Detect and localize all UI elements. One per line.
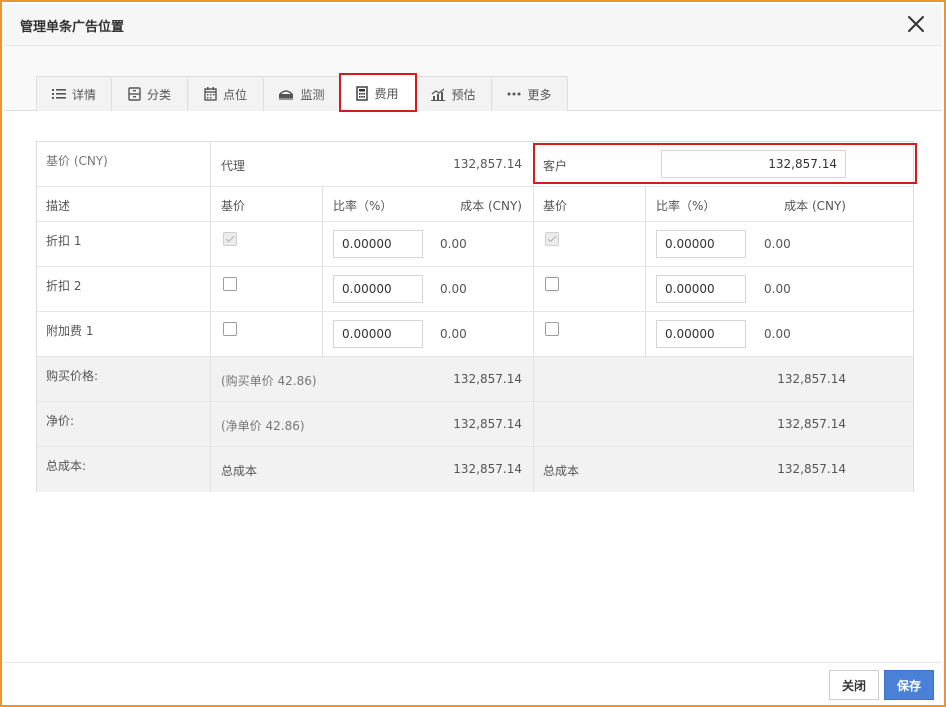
purchase-price-label: 购买价格:	[46, 369, 99, 383]
tab-label: 分类	[146, 87, 171, 102]
agent-cost-value: 0.00	[440, 282, 467, 296]
agent-total-value: 132,857.14	[453, 462, 522, 476]
tab-bar: 详情 分类 点位 监测 费用 预估 更多	[4, 46, 942, 112]
list-icon	[51, 88, 66, 100]
agent-base-checkbox[interactable]	[223, 232, 237, 246]
header-cost: 成本 (CNY)	[460, 199, 522, 213]
customer-base-checkbox[interactable]	[545, 277, 559, 291]
chart-icon	[431, 88, 446, 101]
header-base: 基价	[221, 199, 246, 213]
net-price-row: 净价: (净单价 42.86) 132,857.14 132,857.14	[37, 402, 913, 447]
tab-label: 详情	[71, 87, 96, 102]
cabinet-icon	[128, 87, 141, 101]
tab-label: 更多	[527, 87, 552, 102]
save-button[interactable]: 保存	[884, 670, 934, 700]
monitor-icon	[278, 88, 294, 100]
tab-monitor[interactable]: 监测	[264, 76, 340, 111]
header-rate-customer: 比率（%）	[656, 199, 716, 213]
net-unit-note: (净单价 42.86)	[221, 419, 305, 433]
customer-label: 客户	[543, 159, 568, 173]
header-rate: 比率（%）	[333, 199, 393, 213]
tab-fees[interactable]: 费用	[339, 73, 417, 112]
agent-total-label: 总成本	[221, 464, 258, 478]
total-cost-label: 总成本:	[46, 459, 87, 473]
agent-label: 代理	[221, 159, 246, 173]
agent-base-checkbox[interactable]	[223, 277, 237, 291]
row-label: 折扣 2	[46, 279, 82, 293]
tab-category[interactable]: 分类	[112, 76, 188, 111]
tab-label: 点位	[222, 87, 247, 102]
tab-details[interactable]: 详情	[36, 76, 112, 111]
agent-rate-input[interactable]	[333, 230, 423, 258]
dialog-footer: 关闭 保存	[4, 662, 942, 703]
agent-base-checkbox[interactable]	[223, 322, 237, 336]
calendar-icon	[204, 87, 217, 101]
discount-1-row: 折扣 1 0.00 0.00	[37, 222, 913, 267]
agent-cost-value: 0.00	[440, 237, 467, 251]
customer-net-value: 132,857.14	[777, 417, 846, 431]
tab-label: 监测	[300, 87, 325, 102]
customer-base-checkbox[interactable]	[545, 232, 559, 246]
tab-points[interactable]: 点位	[188, 76, 264, 111]
customer-rate-input[interactable]	[656, 320, 746, 348]
dialog-header: 管理单条广告位置	[4, 4, 942, 46]
base-price-row: 基价 (CNY) 代理 132,857.14 客户	[37, 142, 913, 187]
customer-cost-value: 0.00	[764, 282, 791, 296]
surcharge-1-row: 附加费 1 0.00 0.00	[37, 312, 913, 357]
discount-2-row: 折扣 2 0.00 0.00	[37, 267, 913, 312]
customer-rate-input[interactable]	[656, 275, 746, 303]
row-label: 折扣 1	[46, 234, 82, 248]
agent-purchase-value: 132,857.14	[453, 372, 522, 386]
customer-purchase-value: 132,857.14	[777, 372, 846, 386]
purchase-price-row: 购买价格: (购买单价 42.86) 132,857.14 132,857.14	[37, 357, 913, 402]
header-desc: 描述	[46, 199, 71, 213]
customer-total-label: 总成本	[543, 464, 580, 478]
customer-cost-value: 0.00	[764, 237, 791, 251]
row-label: 附加费 1	[46, 324, 94, 338]
customer-total-value: 132,857.14	[777, 462, 846, 476]
agent-cost-value: 0.00	[440, 327, 467, 341]
header-row: 描述 基价 比率（%） 成本 (CNY) 基价 比率（%） 成本 (CNY)	[37, 187, 913, 222]
customer-base-input[interactable]	[661, 150, 846, 178]
close-icon[interactable]	[904, 12, 928, 36]
base-price-label: 基价 (CNY)	[46, 154, 108, 168]
fees-table: 基价 (CNY) 代理 132,857.14 客户 描述 基价 比率（%） 成本…	[36, 141, 914, 492]
net-price-label: 净价:	[46, 414, 75, 428]
calculator-icon	[356, 85, 369, 101]
header-cost-customer: 成本 (CNY)	[784, 199, 846, 213]
total-cost-row: 总成本: 总成本 132,857.14 总成本 132,857.14	[37, 447, 913, 492]
tab-estimate[interactable]: 预估	[416, 76, 492, 111]
dialog-title: 管理单条广告位置	[20, 20, 125, 35]
header-base-customer: 基价	[543, 199, 568, 213]
purchase-unit-note: (购买单价 42.86)	[221, 374, 317, 388]
agent-rate-input[interactable]	[333, 275, 423, 303]
tab-label: 费用	[374, 86, 399, 101]
customer-rate-input[interactable]	[656, 230, 746, 258]
tab-more[interactable]: 更多	[492, 76, 568, 111]
agent-net-value: 132,857.14	[453, 417, 522, 431]
agent-base-value: 132,857.14	[453, 157, 522, 171]
more-icon	[507, 92, 521, 96]
close-button[interactable]: 关闭	[829, 670, 879, 700]
customer-cost-value: 0.00	[764, 327, 791, 341]
agent-rate-input[interactable]	[333, 320, 423, 348]
customer-base-checkbox[interactable]	[545, 322, 559, 336]
manage-ad-dialog: 管理单条广告位置 详情 分类 点位 监测 费用 预估 更多 基价 (CNY) 代…	[0, 0, 946, 707]
tab-label: 预估	[451, 87, 476, 102]
